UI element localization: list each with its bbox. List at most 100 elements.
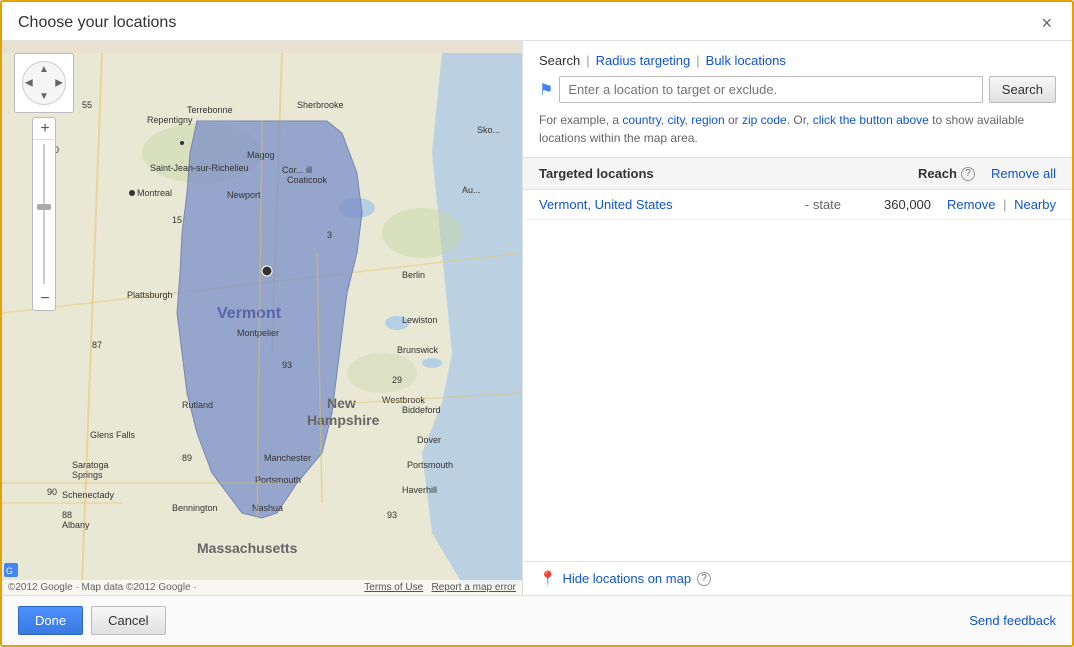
- svg-text:Au...: Au...: [462, 185, 481, 195]
- svg-text:87: 87: [92, 340, 102, 350]
- svg-text:Bennington: Bennington: [172, 503, 218, 513]
- remove-location-link[interactable]: Remove: [947, 197, 995, 212]
- svg-text:93: 93: [282, 360, 292, 370]
- pan-up-button[interactable]: ▲: [39, 64, 49, 75]
- svg-text:Glens Falls: Glens Falls: [90, 430, 136, 440]
- svg-text:Newport: Newport: [227, 190, 261, 200]
- pan-right-button[interactable]: ▶: [55, 78, 63, 89]
- remove-all-button[interactable]: Remove all: [991, 166, 1056, 181]
- reach-help-icon[interactable]: ?: [961, 167, 975, 181]
- svg-text:Magog: Magog: [247, 150, 275, 160]
- svg-text:Massachusetts: Massachusetts: [197, 540, 298, 556]
- tab-radius[interactable]: Radius targeting: [596, 53, 691, 68]
- send-feedback-link[interactable]: Send feedback: [969, 613, 1056, 628]
- dialog-header: Choose your locations ×: [2, 2, 1072, 41]
- search-section: Search | Radius targeting | Bulk locatio…: [523, 41, 1072, 158]
- map-section: Montreal Repentigny Terrebonne 55 50 She…: [2, 41, 522, 595]
- search-hint: For example, a country, city, region or …: [539, 111, 1056, 147]
- svg-text:Brunswick: Brunswick: [397, 345, 439, 355]
- nearby-link[interactable]: Nearby: [1014, 197, 1056, 212]
- copyright-text: ©2012 Google · Map data ©2012 Google ·: [8, 582, 197, 593]
- tab-bar: Search | Radius targeting | Bulk locatio…: [539, 53, 1056, 68]
- hint-zip-link[interactable]: zip code: [742, 113, 787, 127]
- hide-locations-link[interactable]: Hide locations on map: [562, 571, 691, 586]
- svg-text:Terrebonne: Terrebonne: [187, 105, 233, 115]
- zoom-control: + −: [32, 117, 56, 311]
- cancel-button[interactable]: Cancel: [91, 606, 165, 635]
- hint-region-link[interactable]: region: [691, 113, 724, 127]
- zoom-thumb[interactable]: [37, 204, 51, 210]
- zoom-in-button[interactable]: +: [33, 118, 57, 140]
- zoom-out-button[interactable]: −: [33, 288, 57, 310]
- svg-text:Saint-Jean-sur-Richelieu: Saint-Jean-sur-Richelieu: [150, 163, 249, 173]
- pan-ring: ▲ ▼ ◀ ▶: [22, 61, 66, 105]
- svg-text:Sko...: Sko...: [477, 125, 500, 135]
- copyright-links: Terms of Use Report a map error: [364, 582, 516, 593]
- location-reach: 360,000: [841, 197, 931, 212]
- svg-text:Vermont: Vermont: [217, 305, 282, 322]
- svg-text:90: 90: [47, 487, 57, 497]
- table-row: Vermont, United States - state 360,000 R…: [523, 190, 1072, 220]
- search-bar: ⚑ Search: [539, 76, 1056, 103]
- pin-icon: 📍: [539, 570, 556, 587]
- svg-text:Portsmouth: Portsmouth: [407, 460, 453, 470]
- svg-text:Schenectady: Schenectady: [62, 490, 115, 500]
- pan-left-button[interactable]: ◀: [25, 78, 33, 89]
- svg-text:89: 89: [182, 453, 192, 463]
- targeted-header-label: Targeted locations: [539, 166, 918, 181]
- report-map-error-link[interactable]: Report a map error: [432, 582, 516, 593]
- map-background: Montreal Repentigny Terrebonne 55 50 She…: [2, 41, 522, 595]
- tab-search[interactable]: Search: [539, 53, 580, 68]
- svg-text:Haverhill: Haverhill: [402, 485, 437, 495]
- choose-locations-dialog: Choose your locations ×: [0, 0, 1074, 647]
- svg-text:Biddeford: Biddeford: [402, 405, 441, 415]
- svg-text:Rutland: Rutland: [182, 400, 213, 410]
- svg-text:55: 55: [82, 100, 92, 110]
- svg-text:Manchester: Manchester: [264, 453, 311, 463]
- search-input[interactable]: [559, 76, 982, 103]
- svg-text:15: 15: [172, 215, 182, 225]
- svg-text:Saratoga: Saratoga: [72, 460, 109, 470]
- tab-bulk[interactable]: Bulk locations: [706, 53, 786, 68]
- location-name-link[interactable]: Vermont, United States: [539, 197, 801, 212]
- svg-text:Albany: Albany: [62, 520, 90, 530]
- svg-text:Hampshire: Hampshire: [307, 412, 380, 428]
- close-button[interactable]: ×: [1037, 14, 1056, 32]
- zoom-slider: [43, 144, 45, 284]
- map-bottom-strip: 📍 Hide locations on map ?: [523, 561, 1072, 595]
- dialog-title: Choose your locations: [18, 14, 176, 32]
- svg-text:3: 3: [327, 230, 332, 240]
- terms-of-use-link[interactable]: Terms of Use: [364, 582, 423, 593]
- right-panel: Search | Radius targeting | Bulk locatio…: [522, 41, 1072, 595]
- targeted-header: Targeted locations Reach ? Remove all: [523, 158, 1072, 190]
- svg-text:Montreal: Montreal: [137, 188, 172, 198]
- svg-text:Sherbrooke: Sherbrooke: [297, 100, 344, 110]
- svg-text:Springs: Springs: [72, 470, 103, 480]
- svg-text:93: 93: [387, 510, 397, 520]
- svg-text:Berlin: Berlin: [402, 270, 425, 280]
- svg-text:29: 29: [392, 375, 402, 385]
- svg-text:Dover: Dover: [417, 435, 441, 445]
- hint-city-link[interactable]: city: [668, 113, 685, 127]
- hint-button-link[interactable]: click the button above: [813, 113, 929, 127]
- svg-text:Montpelier: Montpelier: [237, 328, 279, 338]
- hide-locations-help-icon[interactable]: ?: [697, 572, 711, 586]
- svg-text:Lewiston: Lewiston: [402, 315, 438, 325]
- pan-down-button[interactable]: ▼: [39, 91, 49, 102]
- done-button[interactable]: Done: [18, 606, 83, 635]
- map-controls: ▲ ▼ ◀ ▶ + −: [14, 53, 74, 311]
- svg-text:G: G: [6, 566, 13, 576]
- dialog-body: Montreal Repentigny Terrebonne 55 50 She…: [2, 41, 1072, 595]
- dialog-footer: Done Cancel Send feedback: [2, 595, 1072, 645]
- footer-buttons: Done Cancel: [18, 606, 166, 635]
- svg-text:88: 88: [62, 510, 72, 520]
- reach-header-label: Reach: [918, 166, 957, 181]
- search-button[interactable]: Search: [989, 76, 1056, 103]
- location-type: - state: [805, 197, 841, 212]
- svg-text:Plattsburgh: Plattsburgh: [127, 290, 173, 300]
- hint-country-link[interactable]: country: [622, 113, 660, 127]
- location-icon: ⚑: [539, 80, 553, 100]
- svg-text:New: New: [327, 395, 356, 411]
- svg-text:Cor... ill: Cor... ill: [282, 165, 312, 175]
- pan-control: ▲ ▼ ◀ ▶: [14, 53, 74, 113]
